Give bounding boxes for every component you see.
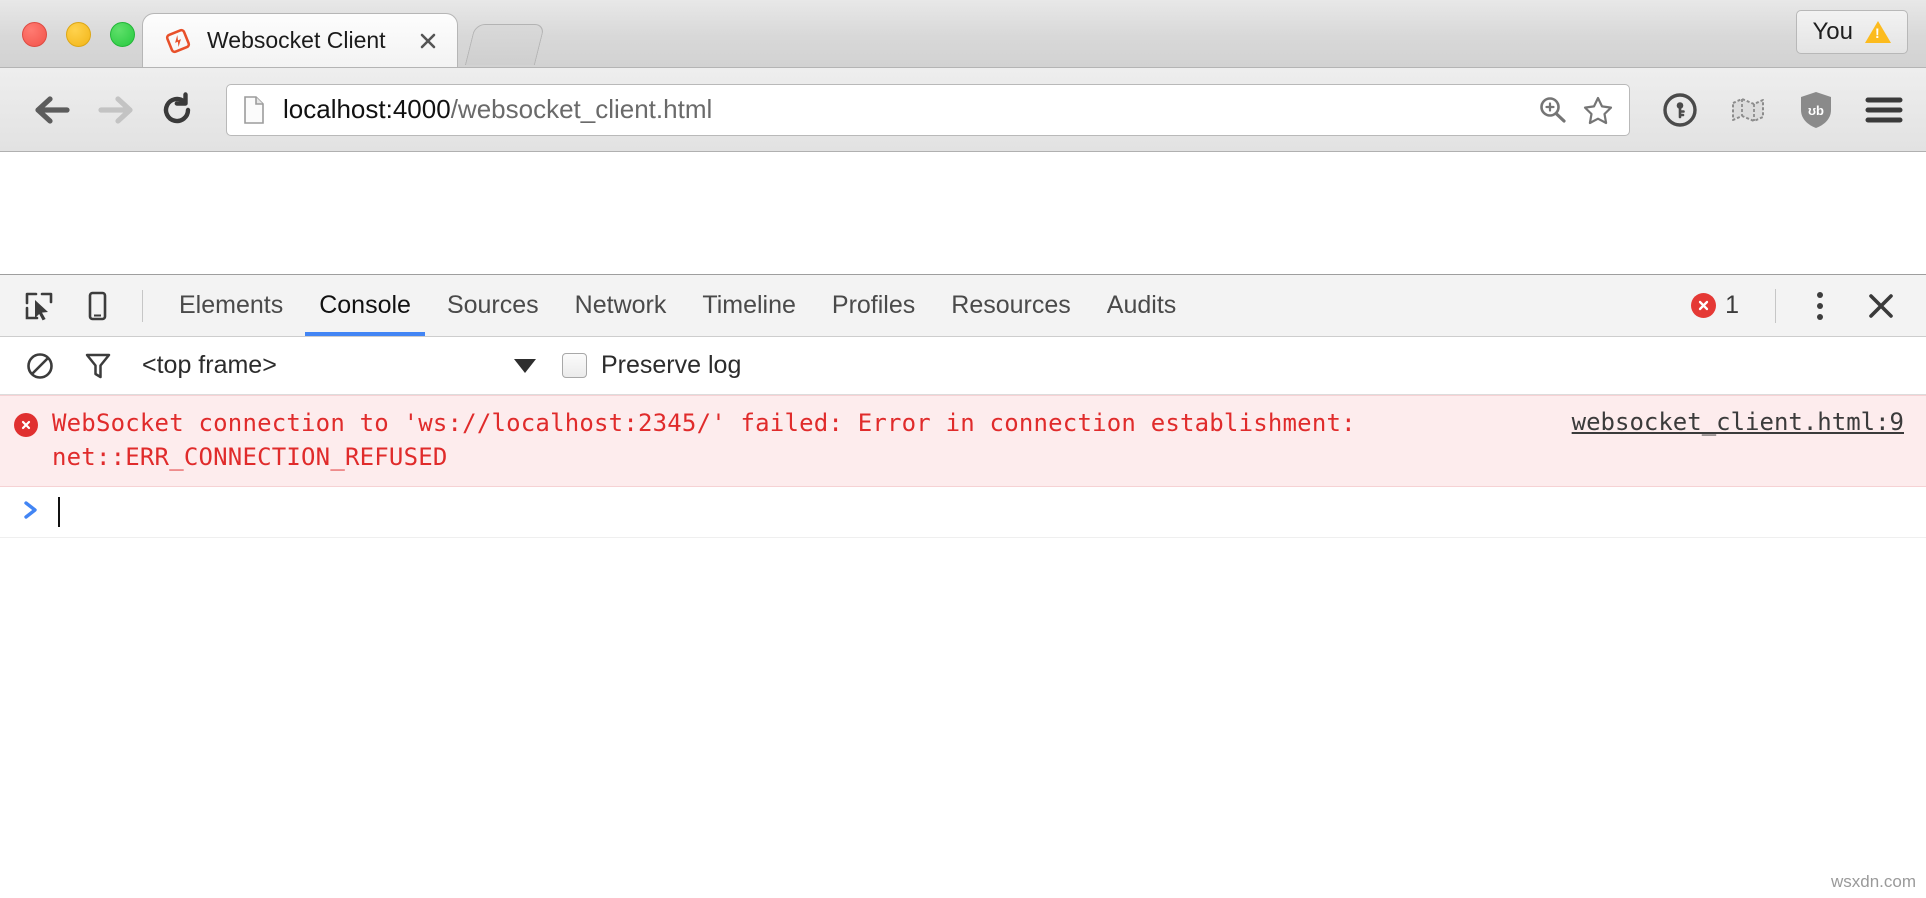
toolbar-divider-right bbox=[1775, 288, 1776, 323]
forward-arrow-icon bbox=[88, 83, 142, 137]
tab-strip: Websocket Client bbox=[142, 9, 546, 67]
window-close-button[interactable] bbox=[22, 22, 47, 47]
tab-audits[interactable]: Audits bbox=[1089, 275, 1194, 336]
window-maximize-button[interactable] bbox=[110, 22, 135, 47]
console-prompt-row[interactable] bbox=[0, 487, 1926, 539]
magnifier-plus-icon[interactable] bbox=[1529, 87, 1575, 133]
map-paint-icon[interactable] bbox=[1722, 84, 1774, 136]
navigation-toolbar: localhost:4000/websocket_client.html ʊb bbox=[0, 68, 1926, 152]
devtools-panel: Elements Console Sources Network Timelin… bbox=[0, 275, 1926, 898]
extension-toolbar: ʊb bbox=[1654, 84, 1910, 136]
warning-triangle-icon bbox=[1865, 21, 1891, 43]
prompt-chevron-icon bbox=[22, 499, 40, 525]
inspect-cursor-icon[interactable] bbox=[16, 283, 62, 329]
traffic-lights bbox=[22, 22, 135, 47]
toolbar-divider bbox=[142, 289, 143, 322]
execution-context-label: <top frame> bbox=[142, 351, 277, 379]
preserve-log-label: Preserve log bbox=[601, 351, 742, 379]
chevron-down-icon bbox=[514, 358, 536, 373]
tab-console[interactable]: Console bbox=[301, 275, 429, 336]
preserve-log-checkbox[interactable] bbox=[562, 353, 587, 378]
new-tab-button[interactable] bbox=[464, 24, 546, 65]
tab-timeline[interactable]: Timeline bbox=[684, 275, 814, 336]
console-source-link[interactable]: websocket_client.html:9 bbox=[1572, 408, 1904, 436]
tab-sources[interactable]: Sources bbox=[429, 275, 557, 336]
address-bar-text[interactable]: localhost:4000/websocket_client.html bbox=[283, 94, 1529, 125]
console-input-caret[interactable] bbox=[58, 497, 60, 528]
kebab-menu-icon[interactable] bbox=[1798, 284, 1842, 328]
device-toolbar-icon[interactable] bbox=[74, 283, 120, 329]
console-output: WebSocket connection to 'ws://localhost:… bbox=[0, 395, 1926, 898]
tab-network[interactable]: Network bbox=[557, 275, 685, 336]
filter-funnel-icon[interactable] bbox=[76, 344, 120, 388]
url-path: /websocket_client.html bbox=[450, 94, 713, 124]
error-circle-icon bbox=[14, 413, 38, 437]
devtools-tabs: Elements Console Sources Network Timelin… bbox=[161, 275, 1194, 336]
reload-icon[interactable] bbox=[150, 83, 204, 137]
tab-title: Websocket Client bbox=[207, 27, 386, 53]
profile-button[interactable]: You bbox=[1795, 10, 1908, 54]
browser-window: Websocket Client You ! localhost:4000/we… bbox=[0, 0, 1926, 898]
browser-tab-websocket-client[interactable]: Websocket Client bbox=[142, 13, 458, 67]
address-bar[interactable]: localhost:4000/websocket_client.html bbox=[226, 83, 1630, 136]
star-outline-icon[interactable] bbox=[1575, 87, 1621, 133]
1password-icon[interactable] bbox=[1654, 84, 1706, 136]
devtools-tab-bar: Elements Console Sources Network Timelin… bbox=[0, 275, 1926, 337]
ublock-shield-icon[interactable]: ʊb bbox=[1790, 84, 1842, 136]
tab-elements[interactable]: Elements bbox=[161, 275, 301, 336]
tab-close-icon[interactable] bbox=[413, 26, 443, 56]
close-icon[interactable] bbox=[1858, 283, 1904, 329]
tab-resources[interactable]: Resources bbox=[933, 275, 1089, 336]
document-icon bbox=[243, 95, 265, 124]
profile-label: You bbox=[1812, 18, 1854, 45]
svg-text:ʊb: ʊb bbox=[1808, 103, 1824, 118]
watermark: wsxdn.com bbox=[1830, 872, 1916, 891]
tab-profiles[interactable]: Profiles bbox=[814, 275, 933, 336]
error-count-badge[interactable]: 1 bbox=[1691, 291, 1739, 320]
error-count-label: 1 bbox=[1725, 291, 1739, 319]
page-viewport bbox=[0, 152, 1926, 275]
hamburger-menu-icon[interactable] bbox=[1858, 84, 1910, 136]
error-circle-icon bbox=[1691, 293, 1717, 318]
devtools-toolbar-right: 1 bbox=[1691, 283, 1926, 329]
back-arrow-icon[interactable] bbox=[26, 83, 80, 137]
lightning-bolt-icon bbox=[165, 28, 191, 54]
url-host: localhost:4000 bbox=[283, 94, 451, 124]
title-bar: Websocket Client You bbox=[0, 0, 1926, 68]
preserve-log-control[interactable]: Preserve log bbox=[562, 351, 741, 380]
clear-console-icon[interactable] bbox=[18, 344, 62, 388]
window-minimize-button[interactable] bbox=[66, 22, 91, 47]
console-filter-bar: <top frame> Preserve log bbox=[0, 337, 1926, 395]
console-message-error[interactable]: WebSocket connection to 'ws://localhost:… bbox=[0, 395, 1926, 488]
execution-context-select[interactable]: <top frame> bbox=[142, 351, 562, 380]
